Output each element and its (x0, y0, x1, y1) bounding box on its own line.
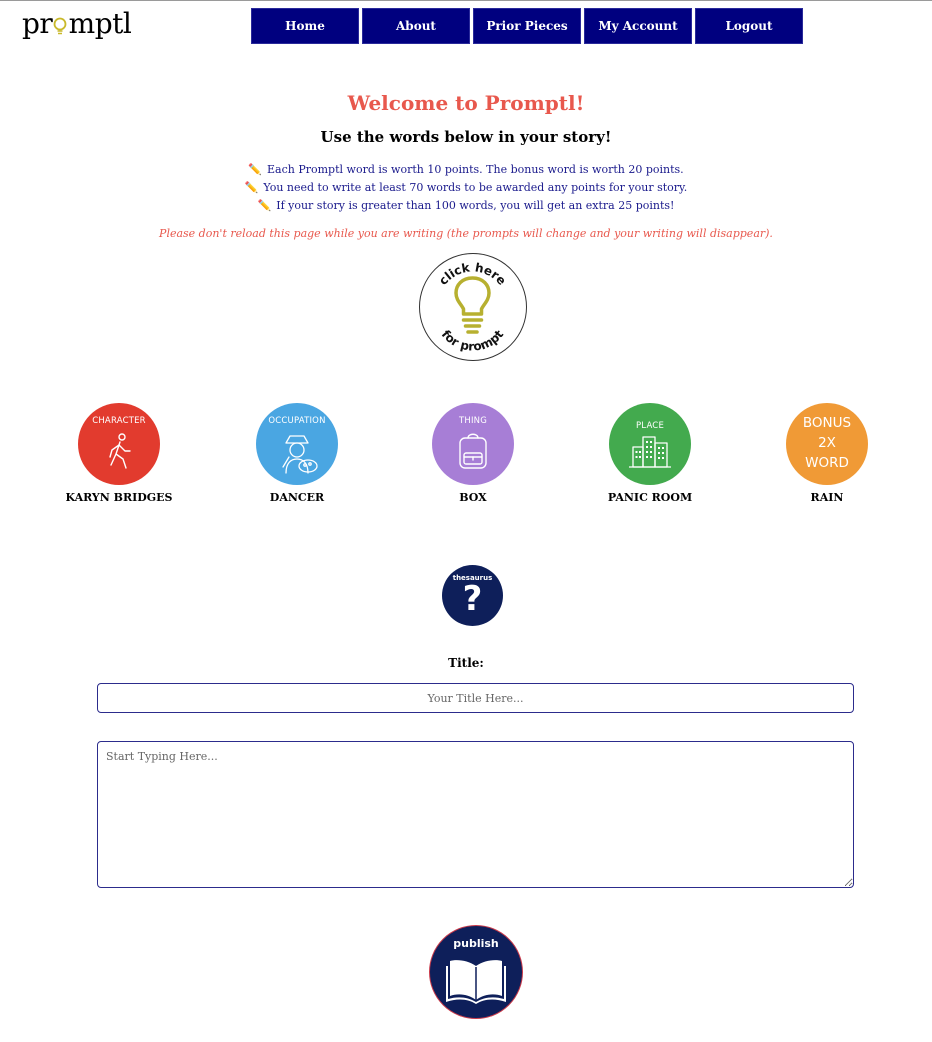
backpack-icon (459, 433, 487, 469)
title-input[interactable] (97, 683, 854, 713)
logo-text-end: mptl (68, 7, 132, 40)
logo[interactable]: promptl (22, 7, 132, 40)
prompt-word-label: PANIC ROOM (607, 491, 693, 504)
pencil-icon: ✏️ (248, 163, 263, 176)
buildings-icon (629, 436, 671, 468)
logo-text-start: pr (22, 7, 53, 40)
page-subtitle: Use the words below in your story! (320, 128, 612, 146)
get-prompt-button[interactable]: click here for prompt (419, 253, 527, 361)
prompt-word-place: PLACE PANIC ROOM (575, 403, 725, 504)
prompt-word-thing: THING BOX (398, 403, 548, 504)
nav-about[interactable]: About (362, 8, 470, 44)
title-label: Title: (448, 656, 484, 670)
rule-text: Each Promptl word is worth 10 points. Th… (267, 163, 684, 176)
nav-logout[interactable]: Logout (695, 8, 803, 44)
main-nav: Home About Prior Pieces My Account Logou… (251, 8, 803, 44)
nav-prior-pieces[interactable]: Prior Pieces (473, 8, 581, 44)
category-badge: THING (432, 403, 514, 485)
prompt-word-label: BOX (459, 491, 487, 504)
prompt-word-occupation: OCCUPATION DANCER (222, 403, 372, 504)
rules-list: ✏️ Each Promptl word is worth 10 points. … (0, 161, 932, 215)
category-badge: PLACE (609, 403, 691, 485)
bonus-label: BONUS 2X WORD (802, 415, 852, 471)
lightbulb-icon: o (52, 7, 68, 40)
category-badge: OCCUPATION (256, 403, 338, 485)
rule-item: ✏️ If your story is greater than 100 word… (0, 197, 932, 215)
page-title: Welcome to Promptl! (347, 91, 585, 115)
rule-item: ✏️ You need to write at least 70 words to… (0, 179, 932, 197)
prompt-word-label: RAIN (810, 491, 844, 504)
prompt-word-bonus: BONUS 2X WORD RAIN (752, 403, 902, 504)
nav-my-account[interactable]: My Account (584, 8, 692, 44)
pencil-icon: ✏️ (244, 181, 259, 194)
open-book-icon (446, 960, 506, 1004)
rule-text: If your story is greater than 100 words,… (276, 199, 675, 212)
prompt-top-text: click here (436, 260, 509, 287)
lightbulb-icon (454, 276, 491, 334)
walking-person-icon (109, 433, 131, 469)
prompt-word-label: KARYN BRIDGES (65, 491, 173, 504)
story-textarea[interactable] (97, 741, 854, 888)
rule-item: ✏️ Each Promptl word is worth 10 points. … (0, 161, 932, 179)
bonus-badge: BONUS 2X WORD (786, 403, 868, 485)
artist-palette-icon (282, 435, 318, 474)
thesaurus-button[interactable]: thesaurus ? (442, 565, 503, 626)
question-mark-icon: ? (462, 579, 483, 619)
pencil-icon: ✏️ (257, 199, 272, 212)
prompt-word-character: CHARACTER KARYN BRIDGES (44, 403, 194, 504)
reload-warning: Please don't reload this page while you … (159, 227, 773, 240)
category-badge: CHARACTER (78, 403, 160, 485)
prompt-word-label: DANCER (269, 491, 325, 504)
publish-button[interactable]: publish (429, 925, 523, 1019)
rule-text: You need to write at least 70 words to b… (263, 181, 688, 194)
nav-home[interactable]: Home (251, 8, 359, 44)
